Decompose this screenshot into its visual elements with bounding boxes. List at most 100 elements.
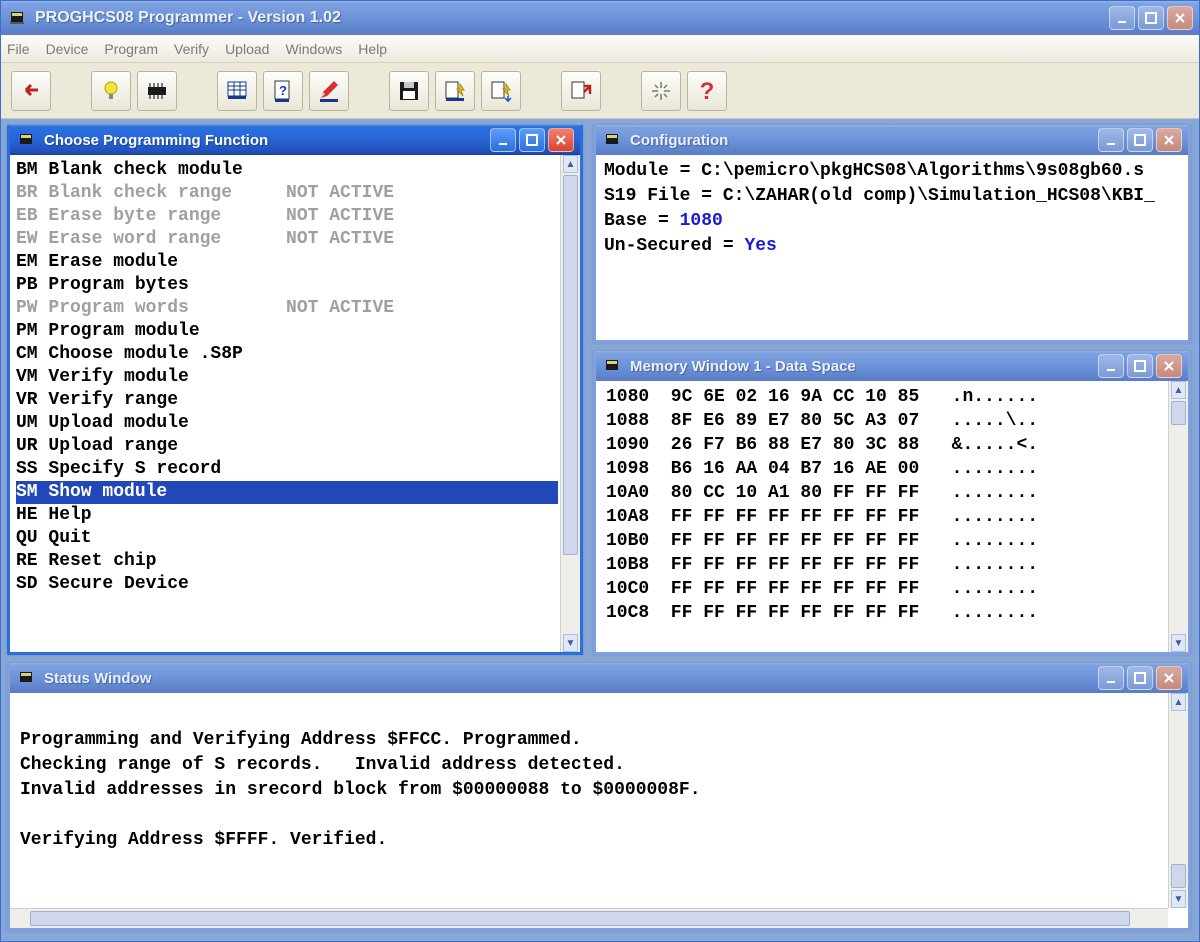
function-item[interactable]: QU Quit [16, 527, 558, 550]
function-item[interactable]: EW Erase word range NOT ACTIVE [16, 228, 558, 251]
close-button[interactable] [1156, 354, 1182, 378]
minimize-button[interactable] [1098, 354, 1124, 378]
minimize-button[interactable] [490, 128, 516, 152]
functions-title: Choose Programming Function [44, 132, 482, 149]
status-window: Status Window Programming and Verifying … [7, 663, 1191, 931]
configuration-window: Configuration Module = C:\pemicro\pkgHCS… [593, 125, 1191, 343]
scroll-thumb[interactable] [563, 175, 578, 555]
doc-lightning-up-icon[interactable] [435, 71, 475, 111]
scroll-thumb[interactable] [30, 911, 1130, 926]
function-item[interactable]: HE Help [16, 504, 558, 527]
maximize-button[interactable] [1127, 666, 1153, 690]
menu-bar: File Device Program Verify Upload Window… [1, 35, 1199, 63]
function-item[interactable]: BR Blank check range NOT ACTIVE [16, 182, 558, 205]
function-item[interactable]: PW Program words NOT ACTIVE [16, 297, 558, 320]
function-item[interactable]: BM Blank check module [16, 159, 558, 182]
configuration-titlebar[interactable]: Configuration [596, 125, 1188, 155]
function-item[interactable]: EB Erase byte range NOT ACTIVE [16, 205, 558, 228]
menu-upload[interactable]: Upload [225, 41, 269, 57]
window-icon [18, 131, 36, 149]
function-item[interactable]: VR Verify range [16, 389, 558, 412]
function-item[interactable]: UM Upload module [16, 412, 558, 435]
maximize-button[interactable] [1127, 354, 1153, 378]
scroll-up-icon[interactable]: ▲ [1171, 693, 1186, 711]
doc-arrow-icon[interactable] [561, 71, 601, 111]
functions-titlebar[interactable]: Choose Programming Function [10, 125, 580, 155]
function-item[interactable]: CM Choose module .S8P [16, 343, 558, 366]
doc-question-icon[interactable]: ? [263, 71, 303, 111]
close-button[interactable] [548, 128, 574, 152]
memory-row: 1098 B6 16 AA 04 B7 16 AE 00 ........ [606, 457, 1164, 481]
config-unsecured-label: Un-Secured = [604, 236, 744, 256]
scrollbar-vertical[interactable]: ▲ ▼ [1168, 381, 1188, 652]
help-icon[interactable]: ? [687, 71, 727, 111]
menu-device[interactable]: Device [46, 41, 89, 57]
toolbar: ? ? [1, 63, 1199, 119]
status-body: Programming and Verifying Address $FFCC.… [10, 693, 1188, 928]
function-item[interactable]: SM Show module [16, 481, 558, 504]
scroll-thumb[interactable] [1171, 401, 1186, 425]
function-item[interactable]: UR Upload range [16, 435, 558, 458]
memory-row: 10A0 80 CC 10 A1 80 FF FF FF ........ [606, 481, 1164, 505]
menu-verify[interactable]: Verify [174, 41, 209, 57]
config-unsecured-row: Un-Secured = Yes [604, 234, 1180, 259]
close-button[interactable] [1156, 128, 1182, 152]
scrollbar-vertical[interactable]: ▲ ▼ [560, 155, 580, 652]
memory-row: 10B0 FF FF FF FF FF FF FF FF ........ [606, 529, 1164, 553]
config-unsecured-value: Yes [744, 236, 776, 256]
config-s19-row: S19 File = C:\ZAHAR(old comp)\Simulation… [604, 184, 1180, 209]
function-item[interactable]: SS Specify S record [16, 458, 558, 481]
menu-file[interactable]: File [7, 41, 30, 57]
memory-window: Memory Window 1 - Data Space 1080 9C 6E … [593, 351, 1191, 655]
close-button[interactable] [1167, 6, 1193, 30]
close-button[interactable] [1156, 666, 1182, 690]
minimize-button[interactable] [1098, 128, 1124, 152]
function-item[interactable]: PM Program module [16, 320, 558, 343]
pencil-icon[interactable] [309, 71, 349, 111]
functions-window: Choose Programming Function BM Blank che… [7, 125, 583, 655]
window-icon [604, 131, 622, 149]
menu-help[interactable]: Help [358, 41, 387, 57]
memory-titlebar[interactable]: Memory Window 1 - Data Space [596, 351, 1188, 381]
disk-icon[interactable] [389, 71, 429, 111]
status-titlebar[interactable]: Status Window [10, 663, 1188, 693]
function-item[interactable]: SD Secure Device [16, 573, 558, 596]
menu-windows[interactable]: Windows [285, 41, 342, 57]
config-base-value: 1080 [680, 211, 723, 231]
maximize-button[interactable] [519, 128, 545, 152]
maximize-button[interactable] [1127, 128, 1153, 152]
scrollbar-vertical[interactable]: ▲ ▼ [1168, 693, 1188, 908]
configuration-title: Configuration [630, 132, 1090, 149]
scroll-thumb[interactable] [1171, 864, 1186, 888]
grid-icon[interactable] [217, 71, 257, 111]
memory-row: 10A8 FF FF FF FF FF FF FF FF ........ [606, 505, 1164, 529]
memory-title: Memory Window 1 - Data Space [630, 358, 1090, 375]
sparkle-icon[interactable] [641, 71, 681, 111]
function-item[interactable]: RE Reset chip [16, 550, 558, 573]
back-arrow-icon[interactable] [11, 71, 51, 111]
main-titlebar[interactable]: PROGHCS08 Programmer - Version 1.02 [1, 1, 1199, 35]
config-s19-label: S19 File = [604, 186, 723, 206]
minimize-button[interactable] [1109, 6, 1135, 30]
config-module-row: Module = C:\pemicro\pkgHCS08\Algorithms\… [604, 159, 1180, 184]
scroll-up-icon[interactable]: ▲ [563, 155, 578, 173]
scroll-down-icon[interactable]: ▼ [1171, 634, 1186, 652]
function-item[interactable]: VM Verify module [16, 366, 558, 389]
lightbulb-icon[interactable] [91, 71, 131, 111]
function-item[interactable]: PB Program bytes [16, 274, 558, 297]
menu-program[interactable]: Program [104, 41, 158, 57]
maximize-button[interactable] [1138, 6, 1164, 30]
scroll-down-icon[interactable]: ▼ [1171, 890, 1186, 908]
functions-list[interactable]: BM Blank check moduleBR Blank check rang… [10, 155, 580, 652]
doc-lightning-down-icon[interactable] [481, 71, 521, 111]
memory-body[interactable]: 1080 9C 6E 02 16 9A CC 10 85 .n......108… [596, 381, 1188, 652]
config-base-row: Base = 1080 [604, 209, 1180, 234]
chip-icon[interactable] [137, 71, 177, 111]
memory-row: 1080 9C 6E 02 16 9A CC 10 85 .n...... [606, 385, 1164, 409]
config-base-label: Base = [604, 211, 680, 231]
scroll-up-icon[interactable]: ▲ [1171, 381, 1186, 399]
function-item[interactable]: EM Erase module [16, 251, 558, 274]
minimize-button[interactable] [1098, 666, 1124, 690]
scrollbar-horizontal[interactable] [10, 908, 1168, 928]
scroll-down-icon[interactable]: ▼ [563, 634, 578, 652]
